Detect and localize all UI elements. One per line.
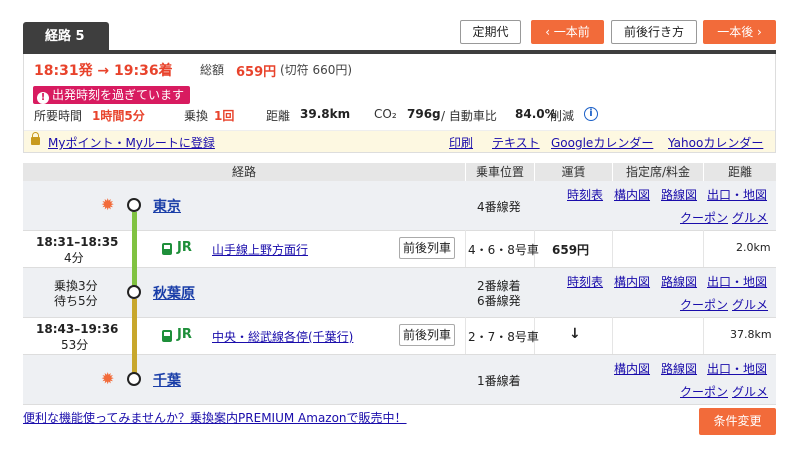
station-map-link[interactable]: 構内図 [614, 273, 650, 290]
leg-time: 18:31–18:35 [36, 235, 119, 249]
previous-train-button[interactable]: ‹ 一本前 [531, 20, 604, 44]
timetable-link[interactable]: 時刻表 [567, 186, 603, 203]
departure-passed-warning: ! 出発時刻を過ぎています [33, 86, 191, 104]
station-map-link[interactable]: 構内図 [614, 360, 650, 377]
leg-distance: 37.8km [730, 328, 772, 341]
leg-duration: 4分 [64, 251, 84, 265]
header-boarding-position: 乗車位置 [465, 163, 534, 181]
column-divider [612, 317, 613, 354]
column-divider [703, 230, 704, 267]
leg-duration: 53分 [61, 338, 89, 352]
header-distance: 距離 [703, 163, 776, 181]
car-position: 2・7・8号車 [468, 330, 539, 344]
commuter-pass-button[interactable]: 定期代 [460, 20, 521, 44]
header-route: 経路 [231, 165, 256, 179]
myroute-link[interactable]: Myポイント・Myルートに登録 [48, 134, 215, 151]
duration-value: 1時間5分 [92, 109, 145, 123]
departure-sun-icon: ✹ [101, 195, 115, 214]
yamanote-line-segment [132, 212, 137, 286]
station-name[interactable]: 千葉 [153, 370, 181, 390]
header-fare: 運賃 [534, 163, 612, 181]
line-name-link[interactable]: 中央・総武線各停(千葉行) [212, 328, 353, 345]
timetable-link[interactable]: 時刻表 [567, 273, 603, 290]
station-marker [127, 285, 141, 299]
exit-map-link[interactable]: 出口・地図 [707, 273, 767, 290]
duration-label: 所要時間 [34, 109, 83, 123]
premium-promo-link[interactable]: 便利な機能使ってみませんか？乗換案内PREMIUM Amazonで販売中！ [23, 409, 407, 426]
line-name-link[interactable]: 山手線上野方面行 [212, 241, 308, 258]
fare-label: 総額 [200, 63, 225, 77]
header-reserved-seat: 指定席/料金 [612, 163, 703, 181]
change-conditions-button[interactable]: 条件変更 [699, 408, 776, 435]
gourmet-link[interactable]: グルメ [732, 383, 768, 400]
around-trains-button[interactable]: 前後列車 [399, 237, 456, 259]
arrival-sun-icon: ✹ [101, 369, 115, 388]
distance-label: 距離 [266, 109, 291, 123]
train-icon [162, 243, 172, 255]
departure-arrival-time: 18:31発 → 19:36着 [34, 63, 173, 79]
car-position: 4・6・8号車 [468, 243, 539, 257]
gourmet-link[interactable]: グルメ [732, 209, 768, 226]
co2-value: 796g [407, 107, 441, 121]
yahoo-calendar-link[interactable]: Yahooカレンダー [668, 134, 763, 151]
station-marker [127, 198, 141, 212]
route-map-link[interactable]: 路線図 [661, 186, 697, 203]
next-train-button[interactable]: 一本後 › [703, 20, 776, 44]
text-link[interactable]: テキスト [492, 134, 540, 151]
route-table-header: 経路 乗車位置 運賃 指定席/料金 距離 [23, 163, 776, 181]
co2-reduction: 削減 [550, 109, 575, 123]
station-name[interactable]: 東京 [153, 196, 181, 216]
station-map-link[interactable]: 構内図 [614, 186, 650, 203]
sobu-line-segment [132, 299, 137, 373]
google-calendar-link[interactable]: Googleカレンダー [551, 134, 653, 151]
platform-info: 1番線着 [477, 374, 521, 388]
gourmet-link[interactable]: グルメ [732, 296, 768, 313]
around-routes-button[interactable]: 前後行き方 [611, 20, 697, 44]
fare-value: 659円 [236, 65, 277, 80]
leg-fare: 659円 [552, 243, 590, 257]
column-divider [465, 317, 466, 354]
company-label: JR [177, 327, 192, 342]
platform-info: 4番線発 [477, 200, 521, 214]
transfer-value: 1回 [214, 109, 235, 123]
exit-map-link[interactable]: 出口・地図 [707, 186, 767, 203]
column-divider [612, 230, 613, 267]
distance-value: 39.8km [300, 107, 351, 121]
coupon-link[interactable]: クーポン [680, 296, 728, 313]
train-icon [162, 330, 172, 342]
exit-map-link[interactable]: 出口・地図 [707, 360, 767, 377]
route-map-link[interactable]: 路線図 [661, 360, 697, 377]
print-link[interactable]: 印刷 [449, 134, 473, 151]
co2-label: CO₂ [374, 107, 397, 121]
coupon-link[interactable]: クーポン [680, 209, 728, 226]
station-marker [127, 372, 141, 386]
leg-time: 18:43–19:36 [36, 322, 119, 336]
company-label: JR [177, 240, 192, 255]
coupon-link[interactable]: クーポン [680, 383, 728, 400]
station-name[interactable]: 秋葉原 [153, 283, 195, 303]
warning-text: 出発時刻を過ぎています [52, 88, 185, 102]
fare-note: (切符 660円) [280, 63, 353, 77]
co2-compare: / 自動車比 [441, 109, 497, 123]
route-tab: 経路 5 [23, 22, 109, 50]
warning-icon: ! [37, 92, 49, 104]
column-divider [703, 317, 704, 354]
departure-platform: 6番線発 [477, 294, 521, 308]
row-divider [23, 404, 776, 405]
transfer-label: 乗換 [184, 109, 209, 123]
around-trains-button[interactable]: 前後列車 [399, 324, 456, 346]
lock-icon [31, 132, 40, 145]
column-divider [465, 230, 466, 267]
fare-continuation-arrow: ↓ [569, 326, 581, 342]
leg-distance: 2.0km [736, 241, 771, 254]
info-icon[interactable]: i [584, 107, 598, 121]
route-map-link[interactable]: 路線図 [661, 273, 697, 290]
wait-time: 待ち5分 [54, 294, 98, 308]
